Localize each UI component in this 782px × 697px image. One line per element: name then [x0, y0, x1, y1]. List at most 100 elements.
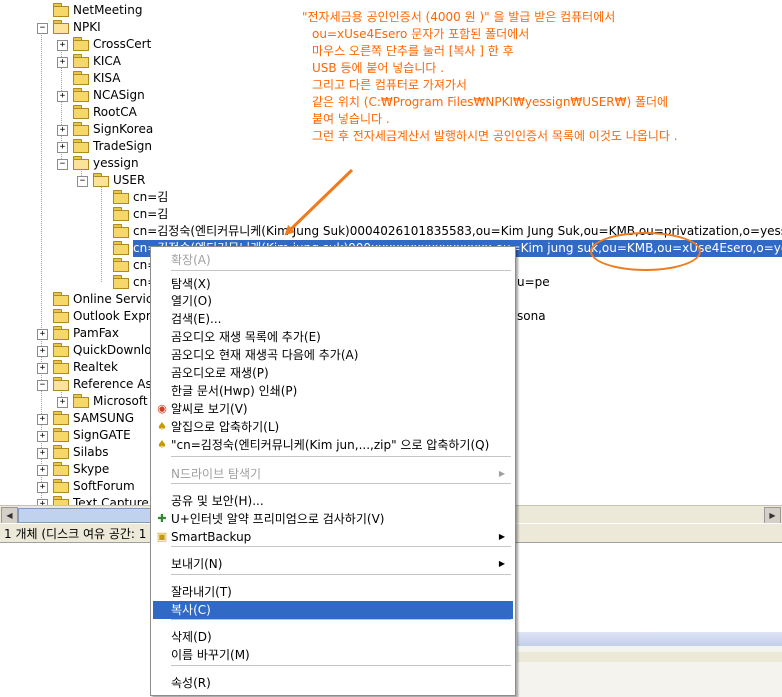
collapse-icon[interactable]: − [77, 176, 88, 187]
alyac-icon: ✚ [157, 512, 167, 525]
menu-item[interactable]: ♠ "cn=김정숙(엔티커뮤니케(Kim jun,...,zip" 으로 압축하기… [153, 436, 513, 454]
background-window-toolbar [517, 652, 782, 662]
menu-item-label: 알집으로 압축하기(L) [171, 420, 280, 434]
annotation-line: ou=xUse4Esero 문자가 포함된 폴더에서 [312, 27, 530, 41]
expand-icon[interactable]: + [37, 482, 48, 493]
expand-icon[interactable]: + [57, 40, 68, 51]
tree-item[interactable]: cn=김 [0, 189, 782, 206]
background-window-titlebar [517, 632, 782, 646]
tree-item-label: Realtek [73, 360, 118, 374]
expand-icon[interactable]: + [37, 414, 48, 425]
expand-icon[interactable]: + [37, 465, 48, 476]
menu-item-label: SmartBackup [171, 530, 252, 544]
menu-item[interactable]: ✚ U+인터넷 알약 프리미엄으로 검사하기(V) [153, 510, 513, 528]
submenu-arrow-icon: ▶ [498, 559, 505, 568]
folder-icon [73, 394, 89, 408]
expand-icon[interactable]: + [57, 57, 68, 68]
menu-item-label: N드라이브 탐색기 [171, 467, 262, 481]
tree-item-label: KISA [93, 71, 121, 85]
menu-item[interactable]: 이름 바꾸기(M) [153, 646, 513, 664]
expand-icon[interactable]: + [57, 397, 68, 408]
folder-icon [73, 139, 89, 153]
tree-item-label: Text Capture [73, 496, 149, 505]
expand-icon[interactable]: + [37, 329, 48, 340]
tree-item[interactable]: − USER [0, 172, 782, 189]
folder-icon [73, 54, 89, 68]
folder-icon [73, 71, 89, 85]
menu-item[interactable]: 탐색(X) [153, 275, 513, 293]
menu-item[interactable]: 곰오디오로 재생(P) [153, 364, 513, 382]
expand-icon[interactable]: + [57, 142, 68, 153]
tree-item[interactable]: − yessign [0, 155, 782, 172]
alsee-icon: ◉ [157, 402, 167, 415]
menu-item-label: 곰오디오 재생 목록에 추가(E) [171, 330, 321, 344]
menu-item[interactable]: 삭제(D) [153, 628, 513, 646]
tree-item[interactable]: cn=김 [0, 206, 782, 223]
menu-item-label: "cn=김정숙(엔티커뮤니케(Kim jun,...,zip" 으로 압축하기(… [171, 438, 490, 452]
menu-item: 확장(A) [153, 251, 513, 269]
expand-icon[interactable]: + [37, 363, 48, 374]
folder-icon [53, 343, 69, 357]
menu-item-label: 복사(C) [171, 603, 211, 617]
highlight-ellipse [590, 232, 701, 271]
menu-item-label: 보내기(N) [171, 557, 223, 571]
tree-item-label: yessign [93, 156, 139, 170]
menu-item[interactable]: 속성(R) [153, 674, 513, 692]
scroll-right-button[interactable]: ▶ [764, 507, 781, 524]
menu-item[interactable]: 잘라내기(T) [153, 583, 513, 601]
tree-item-label: TradeSign [93, 139, 153, 153]
menu-item-label: 곰오디오로 재생(P) [171, 366, 269, 380]
menu-item[interactable]: 곰오디오 현재 재생곡 다음에 추가(A) [153, 346, 513, 364]
menu-item[interactable]: 열기(O) [153, 292, 513, 310]
folder-icon [73, 105, 89, 119]
menu-item[interactable]: 곰오디오 재생 목록에 추가(E) [153, 328, 513, 346]
folder-icon [73, 37, 89, 51]
folder-icon [113, 241, 129, 255]
tree-item-label: NCASign [93, 88, 145, 102]
tree-item-label: PamFax [73, 326, 119, 340]
scroll-left-button[interactable]: ◀ [1, 507, 18, 524]
scroll-thumb[interactable] [18, 508, 160, 523]
menu-item[interactable]: 검색(E)... [153, 310, 513, 328]
menu-item-label: 확장(A) [171, 253, 211, 267]
context-menu[interactable]: 확장(A) 탐색(X) 열기(O) 검색(E)... 곰오디오 재생 목록에 추가(E)… [150, 246, 516, 696]
menu-item[interactable]: 공유 및 보안(H)... [153, 492, 513, 510]
tree-item-label: Skype [73, 462, 110, 476]
expand-icon[interactable]: + [37, 346, 48, 357]
menu-item[interactable]: ▣ SmartBackup ▶ [153, 528, 513, 546]
expand-icon[interactable]: + [57, 125, 68, 136]
tree-item-label: KICA [93, 54, 121, 68]
menu-item[interactable]: 보내기(N) ▶ [153, 555, 513, 573]
menu-item-label: 잘라내기(T) [171, 585, 232, 599]
tree-item-label: SignKorea [93, 122, 154, 136]
collapse-icon[interactable]: − [37, 380, 48, 391]
tree-item-label: Microsoft [93, 394, 148, 408]
menu-item[interactable]: ♠ 알집으로 압축하기(L) [153, 418, 513, 436]
folder-icon [53, 462, 69, 476]
tree-item-label: NPKI [73, 20, 101, 34]
annotation-line: 그런 후 전자세금계산서 발행하시면 공인인증서 목록에 이것도 나옵니다 . [312, 129, 678, 143]
menu-item[interactable]: ◉ 알씨로 보기(V) [153, 400, 513, 418]
expand-icon[interactable]: + [37, 431, 48, 442]
submenu-arrow-icon: ▶ [498, 469, 505, 478]
menu-separator [171, 456, 511, 457]
tree-item-label: RootCA [93, 105, 137, 119]
menu-item-label: 한글 문서(Hwp) 인쇄(P) [171, 384, 298, 398]
expand-icon[interactable]: + [57, 91, 68, 102]
menu-item[interactable]: 복사(C) [153, 601, 513, 619]
annotation-line: 마우스 오른쪽 단추를 눌러 [복사 ] 한 후 [312, 44, 514, 58]
alzip-icon: ♠ [157, 438, 167, 451]
status-text: 1 개체 (디스크 여유 공간: 1 [4, 527, 147, 541]
expand-icon[interactable]: + [37, 448, 48, 459]
tree-item-label: USER [113, 173, 146, 187]
menu-item[interactable]: 한글 문서(Hwp) 인쇄(P) [153, 382, 513, 400]
tree-item-label: SignGATE [73, 428, 131, 442]
menu-item-label: 삭제(D) [171, 630, 212, 644]
collapse-icon[interactable]: − [37, 23, 48, 34]
submenu-arrow-icon: ▶ [498, 532, 505, 541]
folder-icon [53, 292, 69, 306]
tree-item-label-fragment: u=pe [517, 275, 550, 289]
tree-item-label: cn=김 [133, 190, 169, 204]
collapse-icon[interactable]: − [57, 159, 68, 170]
menu-item-label: 속성(R) [171, 676, 211, 690]
